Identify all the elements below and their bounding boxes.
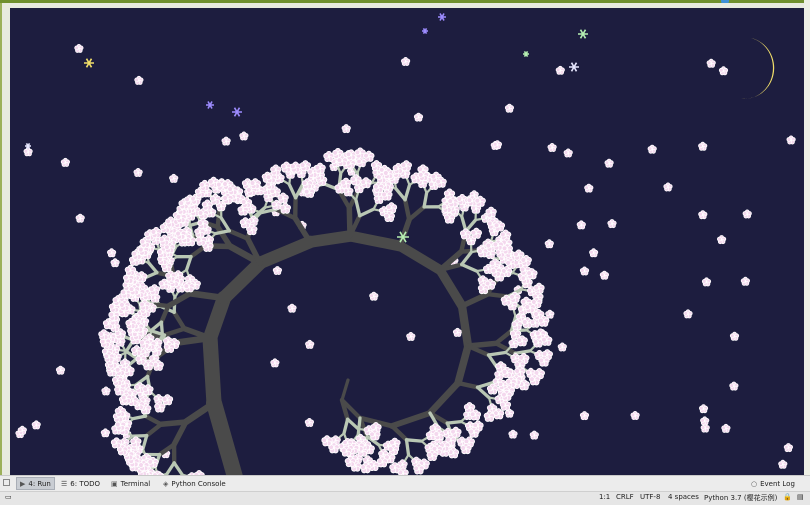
python-interpreter[interactable]: Python 3.7 (樱花示例) xyxy=(704,493,777,503)
terminal-icon: ▣ xyxy=(111,479,118,488)
python-icon: ◈ xyxy=(163,479,169,488)
tab-event-log-label: Event Log xyxy=(760,479,795,488)
branch-segment xyxy=(457,301,473,351)
play-icon: ▶ xyxy=(20,479,26,488)
branch-segment xyxy=(202,330,222,411)
branch-segment xyxy=(132,414,148,421)
tab-event-log[interactable]: ○ Event Log xyxy=(748,477,798,490)
notifications-icon[interactable]: ▤ xyxy=(797,493,804,501)
tab-python-console[interactable]: ◈ Python Console xyxy=(160,477,229,490)
tool-window-bar: ▶ 4: Run ☰ 6: TODO ▣ Terminal ◈ Python C… xyxy=(0,475,810,491)
tool-window-toggle-icon[interactable] xyxy=(3,479,10,486)
tab-terminal-label: Terminal xyxy=(120,479,151,488)
branch-segment xyxy=(130,433,149,438)
editor-right-gutter xyxy=(804,0,810,475)
branch-segment xyxy=(404,438,411,457)
status-bar-toggle-icon[interactable]: ▭ xyxy=(5,493,12,501)
branch-segment xyxy=(445,419,463,425)
branch-segment xyxy=(158,419,189,428)
event-log-icon: ○ xyxy=(751,479,758,488)
night-sky xyxy=(10,8,804,477)
line-separator[interactable]: CRLF xyxy=(616,493,634,501)
tab-python-console-label: Python Console xyxy=(171,479,226,488)
file-encoding[interactable]: UTF-8 xyxy=(640,493,660,501)
branch-segment xyxy=(304,230,356,248)
tab-run[interactable]: ▶ 4: Run xyxy=(16,477,55,490)
tab-run-label: 4: Run xyxy=(28,479,51,488)
tab-terminal[interactable]: ▣ Terminal xyxy=(108,477,153,490)
indent-setting[interactable]: 4 spaces xyxy=(668,493,699,501)
tab-todo-label: 6: TODO xyxy=(70,479,101,488)
branch-segment xyxy=(215,207,222,230)
lock-icon[interactable]: 🔒 xyxy=(783,493,792,501)
branch-segment xyxy=(404,438,424,443)
branch-segment xyxy=(187,290,228,302)
turtle-graphics-window xyxy=(0,3,810,477)
status-bar: ▭ 1:1 CRLF UTF-8 4 spaces Python 3.7 (樱花… xyxy=(0,491,810,505)
caret-position[interactable]: 1:1 xyxy=(599,493,610,501)
list-icon: ☰ xyxy=(61,479,68,488)
tab-todo[interactable]: ☰ 6: TODO xyxy=(58,477,103,490)
sakura-tree-canvas xyxy=(10,8,804,477)
